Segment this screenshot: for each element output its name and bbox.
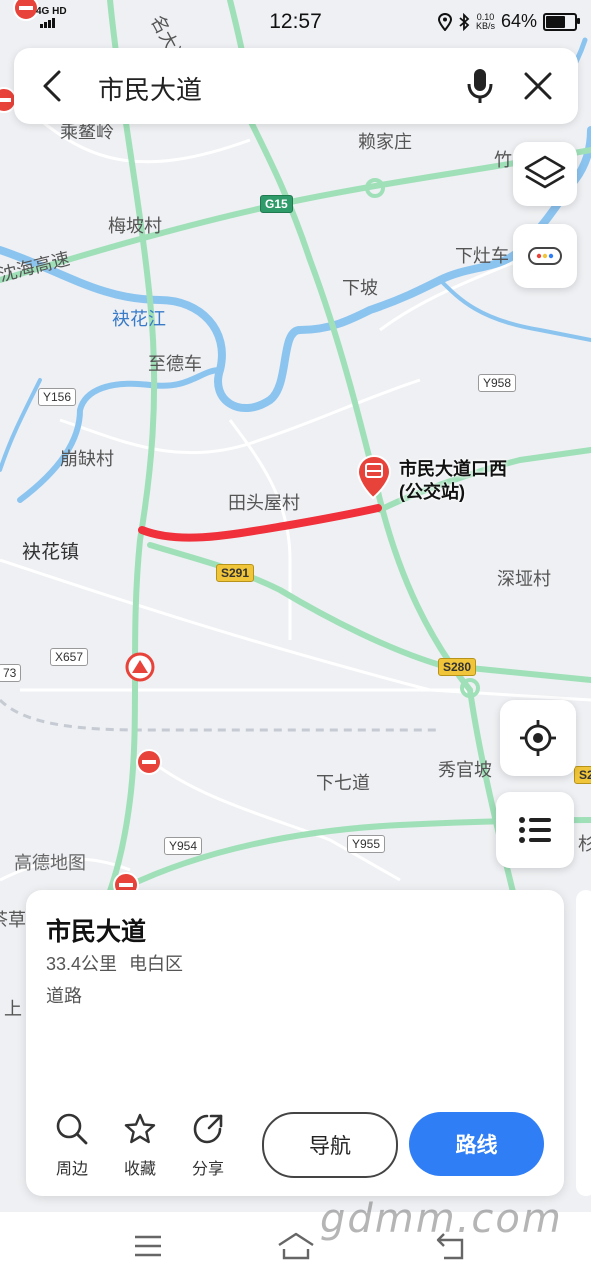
list-icon [519, 817, 551, 843]
map-label: 袂花镇 [22, 542, 80, 563]
route-button[interactable]: 路线 [409, 1112, 544, 1176]
layers-button[interactable] [513, 142, 577, 206]
watermark-text: gdmm.com [320, 1196, 563, 1242]
star-icon [124, 1113, 156, 1144]
list-view-button[interactable] [496, 792, 574, 868]
battery-icon [543, 12, 580, 31]
menu-icon [135, 1235, 161, 1257]
map-label: 下坡 [342, 278, 378, 298]
microphone-icon [467, 69, 493, 103]
layers-icon [524, 155, 566, 189]
more-tools-button[interactable] [513, 224, 577, 288]
share-icon [193, 1114, 223, 1144]
status-right: 0.10 KB/s 64% [437, 11, 580, 32]
map-label: 梅坡村 [108, 216, 162, 236]
map-label: 深垭村 [497, 569, 551, 589]
map-label: 杉 [578, 834, 591, 854]
road-badge: S280 [438, 658, 477, 676]
road-badge: S291 [216, 564, 255, 582]
nearby-button[interactable]: 周边 [42, 1112, 102, 1179]
map-label: 秀官坡 [438, 760, 492, 780]
place-distance: 33.4公里 [46, 954, 118, 974]
construction-marker-icon [125, 652, 155, 682]
next-card-peek[interactable] [576, 890, 591, 1196]
place-title: 市民大道 [46, 918, 147, 946]
road-badge: Y958 [478, 374, 517, 392]
road-badge: S2 [574, 766, 591, 784]
road-badge: Y954 [164, 837, 203, 855]
share-label: 分享 [191, 1161, 224, 1178]
search-bar[interactable]: 市民大道 [14, 48, 578, 124]
clear-search-button[interactable] [516, 64, 560, 108]
home-icon [278, 1232, 314, 1260]
map-label: 茶草 [0, 910, 26, 930]
toolbox-icon [528, 247, 562, 265]
map-label: 下灶车 [455, 246, 509, 266]
menu-nav-button[interactable] [128, 1228, 168, 1264]
favorite-label: 收藏 [123, 1161, 156, 1178]
locate-icon [520, 720, 556, 756]
map-label: 田头屋村 [228, 493, 300, 513]
net-speed: 0.10 KB/s [475, 11, 495, 31]
place-meta: 33.4公里 电白区 [46, 950, 183, 976]
back-arrow-icon [43, 70, 61, 102]
map-logo-text: 高德地图 [14, 853, 86, 873]
road-badge: 73 [0, 664, 22, 682]
status-bar: 4G HD 12:57 0.10 KB/s 64% [0, 0, 591, 44]
road-badge: X657 [50, 648, 89, 666]
map-label: 至德车 [148, 354, 202, 374]
place-type: 道路 [46, 986, 82, 1006]
place-district: 电白区 [129, 954, 184, 974]
navigate-button[interactable]: 导航 [262, 1112, 398, 1178]
voice-search-button[interactable] [458, 64, 502, 108]
map-label: 竹 [494, 150, 512, 170]
map-label: 崩缺村 [60, 449, 114, 469]
road-badge: G15 [260, 195, 293, 213]
map-label: 上 [4, 999, 22, 1019]
road-badge: Y955 [347, 835, 386, 853]
locate-me-button[interactable] [500, 700, 576, 776]
share-button[interactable]: 分享 [178, 1112, 238, 1179]
search-icon [56, 1113, 88, 1145]
road-badge: Y156 [38, 388, 77, 406]
location-icon [437, 12, 452, 31]
bluetooth-icon [459, 12, 470, 31]
nearby-label: 周边 [55, 1161, 88, 1178]
back-button[interactable] [32, 66, 72, 106]
place-info-card[interactable]: 市民大道 33.4公里 电白区 道路 周边 收藏 分享 导航 路线 [26, 890, 564, 1196]
close-icon [524, 72, 552, 100]
battery-percent: 64% [500, 11, 537, 31]
map-label: 下七道 [316, 773, 370, 793]
map-label: 袂花江 [112, 309, 166, 329]
no-entry-marker-icon [136, 749, 162, 775]
search-query-text[interactable]: 市民大道 [98, 70, 202, 107]
home-nav-button[interactable] [274, 1226, 318, 1266]
poi-label[interactable]: 市民大道口西 (公交站) [399, 458, 507, 504]
map-label: 赖家庄 [358, 132, 412, 152]
favorite-button[interactable]: 收藏 [110, 1112, 170, 1179]
poi-name: 市民大道口西 [399, 459, 507, 479]
poi-subtitle: (公交站) [399, 482, 465, 502]
